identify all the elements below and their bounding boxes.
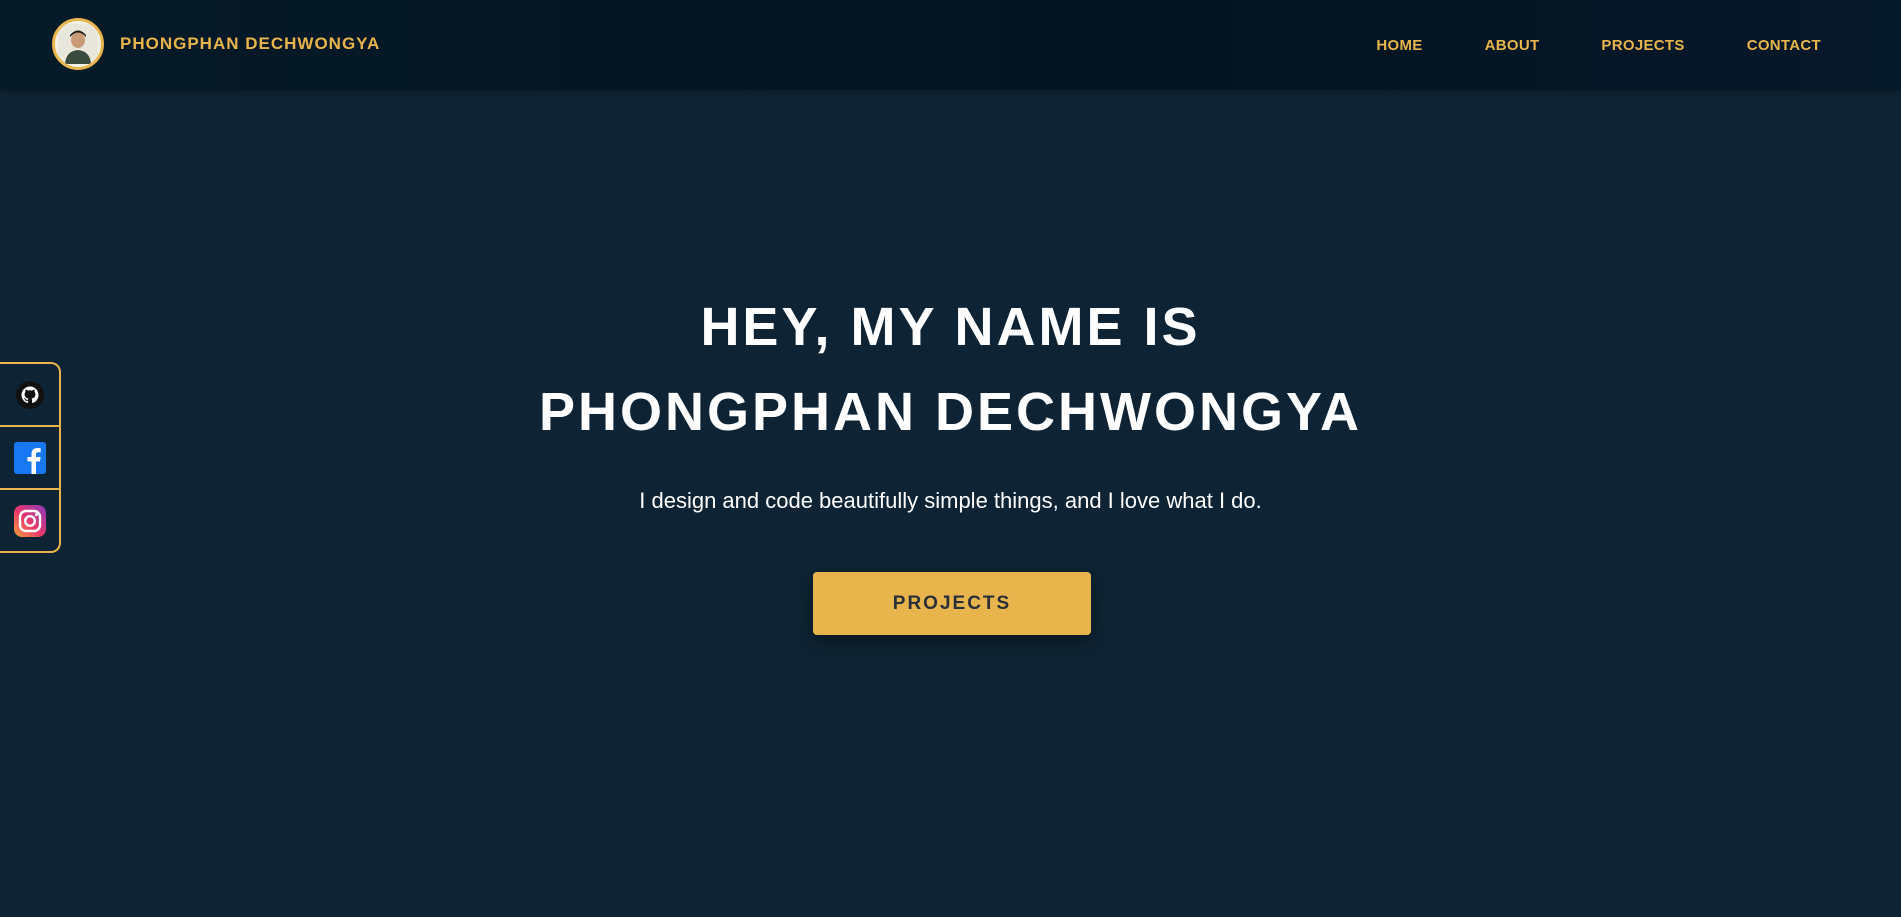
hero-heading-line1: HEY, MY NAME IS	[700, 297, 1201, 357]
nav-home[interactable]: HOME	[1376, 37, 1422, 54]
facebook-icon	[13, 441, 46, 474]
main-nav: HOME ABOUT PROJECTS CONTACT	[1314, 0, 1821, 90]
avatar	[52, 18, 104, 70]
hero-subtitle: I design and code beautifully simple thi…	[639, 488, 1262, 513]
brand-name: PHONGPHAN DECHWONGYA	[120, 34, 381, 53]
nav-about[interactable]: ABOUT	[1485, 37, 1540, 54]
projects-button[interactable]: PROJECTS	[813, 572, 1091, 635]
navbar: PHONGPHAN DECHWONGYA HOME ABOUT PROJECTS…	[0, 0, 1901, 90]
profile-photo-icon	[58, 24, 98, 64]
nav-contact[interactable]: CONTACT	[1747, 37, 1821, 54]
brand-link[interactable]: PHONGPHAN DECHWONGYA	[52, 18, 380, 70]
nav-projects[interactable]: PROJECTS	[1601, 37, 1684, 54]
hero-heading-line2: PHONGPHAN DECHWONGYA	[538, 382, 1363, 442]
